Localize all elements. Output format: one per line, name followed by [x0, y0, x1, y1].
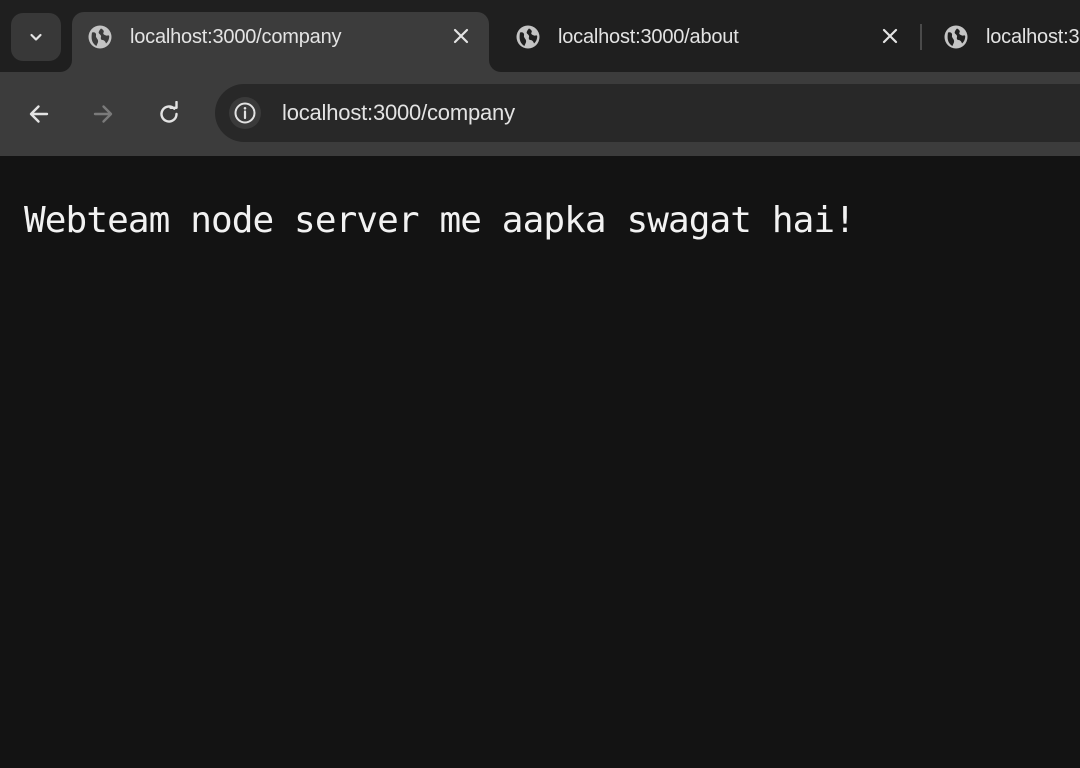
- page-body-text: Webteam node server me aapka swagat hai!: [24, 200, 856, 241]
- forward-arrow-icon: [93, 105, 113, 123]
- close-icon: [453, 28, 469, 44]
- tab-search-button[interactable]: [11, 13, 61, 61]
- close-icon: [882, 28, 898, 44]
- tab-close-button[interactable]: [449, 24, 473, 48]
- tab-title: localhost:3000/about: [558, 26, 739, 48]
- info-icon: [234, 102, 256, 124]
- forward-button[interactable]: [85, 96, 121, 132]
- reload-icon: [160, 101, 178, 123]
- tab-third[interactable]: localhost:3000/: [928, 12, 1080, 72]
- tab-about[interactable]: localhost:3000/about: [500, 12, 918, 72]
- tab-company[interactable]: localhost:3000/company: [72, 12, 489, 72]
- browser-toolbar: localhost:3000/company: [0, 72, 1080, 156]
- reload-button[interactable]: [151, 96, 187, 132]
- address-bar[interactable]: localhost:3000/company: [215, 84, 1080, 142]
- page-content: Webteam node server me aapka swagat hai!: [0, 156, 1080, 768]
- back-button[interactable]: [21, 96, 57, 132]
- back-arrow-icon: [29, 105, 49, 123]
- url-text[interactable]: localhost:3000/company: [282, 100, 515, 126]
- tab-title: localhost:3000/: [986, 26, 1080, 48]
- globe-icon: [88, 25, 112, 49]
- tab-strip: localhost:3000/company localhost:3000/ab…: [0, 0, 1080, 72]
- tab-close-button[interactable]: [878, 24, 902, 48]
- site-info-button[interactable]: [229, 97, 261, 129]
- chevron-down-icon: [30, 33, 42, 41]
- globe-icon: [516, 25, 540, 49]
- tab-divider: [920, 24, 922, 50]
- tab-title: localhost:3000/company: [130, 26, 342, 48]
- globe-icon: [944, 25, 968, 49]
